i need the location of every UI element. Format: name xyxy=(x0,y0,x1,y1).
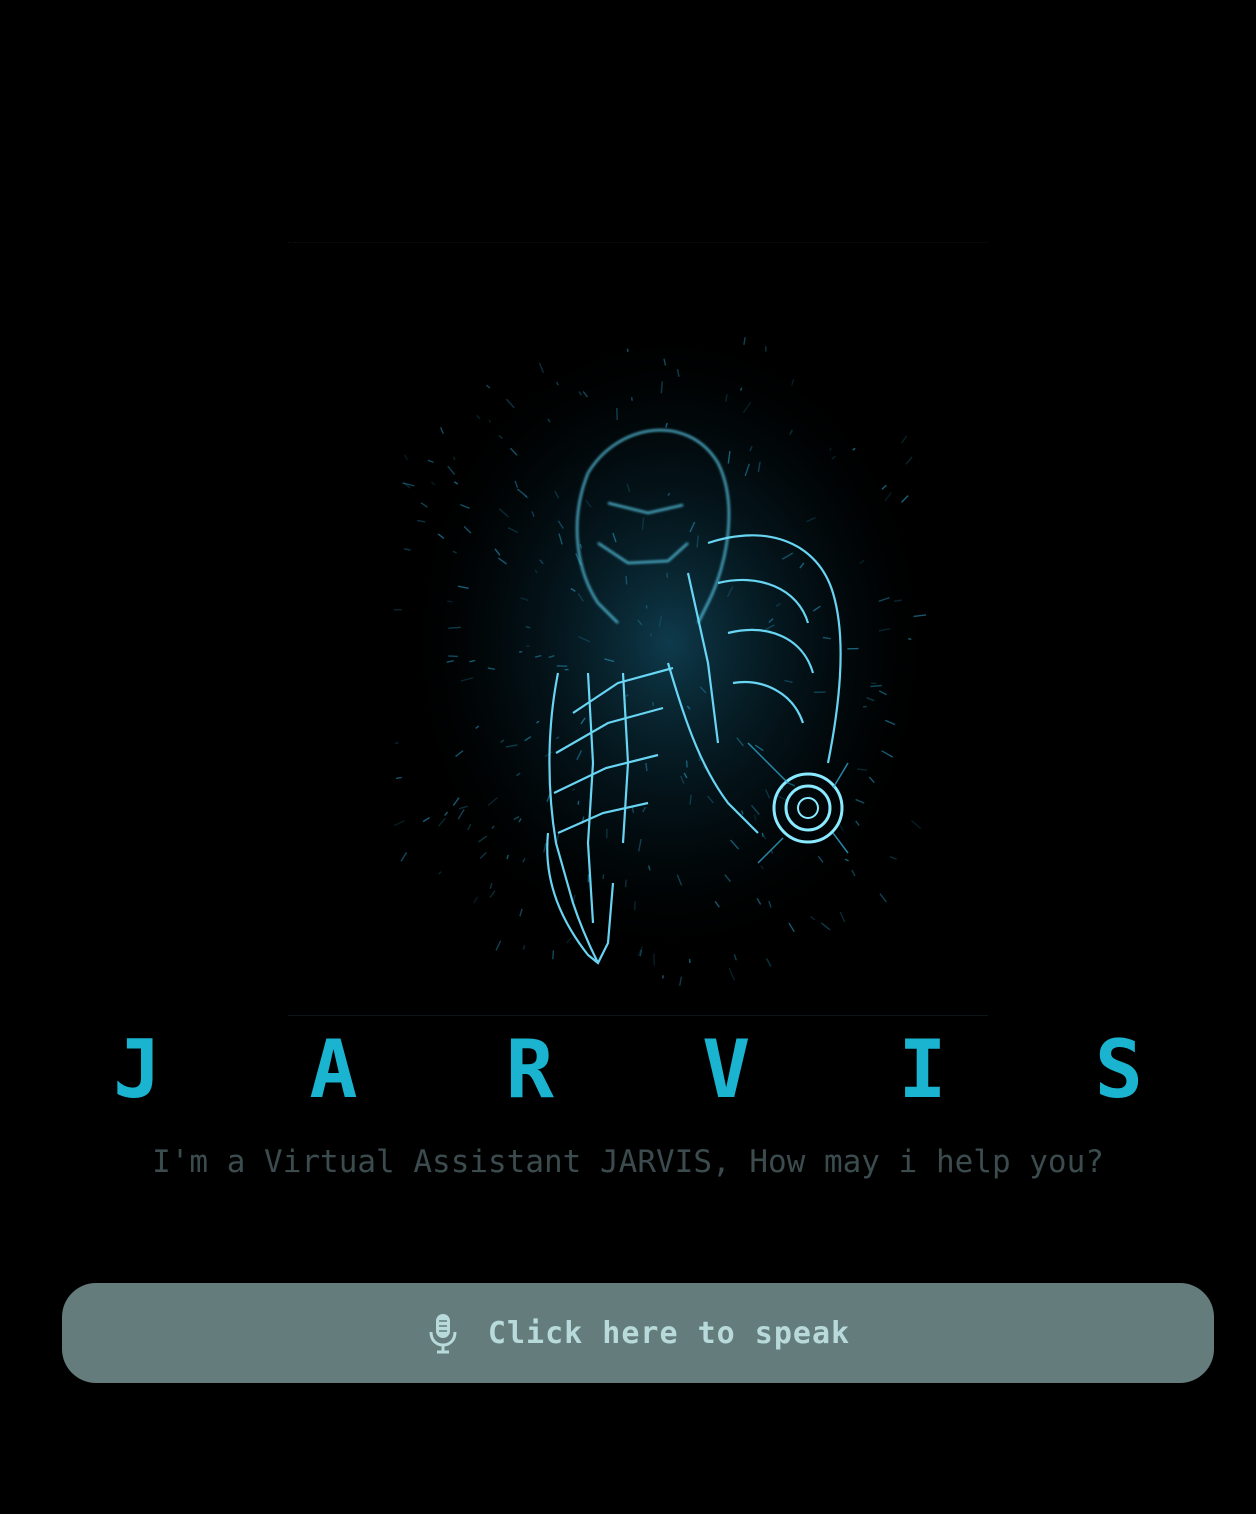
jarvis-hologram-image xyxy=(288,242,988,1016)
speak-button-label: Click here to speak xyxy=(487,1315,851,1351)
app-subtitle: I'm a Virtual Assistant JARVIS, How may … xyxy=(152,1144,1104,1180)
speak-button[interactable]: Click here to speak xyxy=(62,1283,1214,1383)
page: J A R V I S I'm a Virtual Assistant JARV… xyxy=(0,0,1256,1514)
app-title: J A R V I S xyxy=(113,1023,1193,1116)
microphone-icon xyxy=(426,1312,460,1354)
